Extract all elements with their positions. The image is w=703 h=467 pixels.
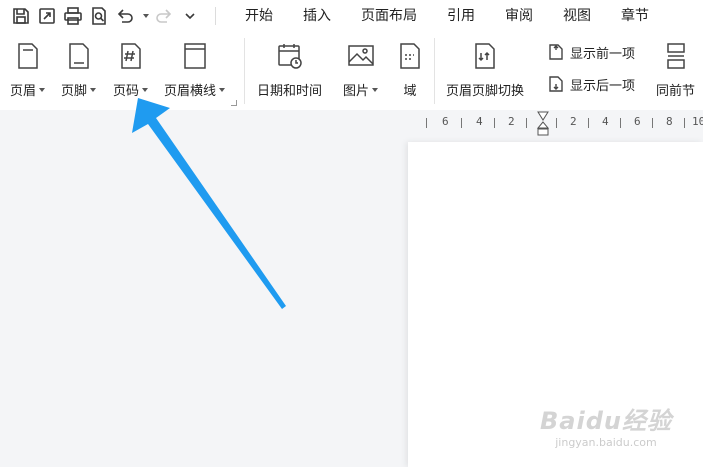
indent-marker-icon[interactable] <box>537 111 549 137</box>
show-previous-button[interactable]: 显示前一项 <box>546 42 635 62</box>
footer-button[interactable]: 页脚 <box>61 40 97 99</box>
ribbon: 页眉 页脚 页码 页眉横线 日期和时间 图片 域 页眉页脚切换 显示前一项 显示… <box>0 32 703 110</box>
show-next-button[interactable]: 显示后一项 <box>546 74 635 94</box>
tab-page-layout[interactable]: 页面布局 <box>346 0 432 32</box>
chevron-down-icon <box>372 87 379 92</box>
date-time-button[interactable]: 日期和时间 <box>257 40 322 99</box>
quick-access-toolbar <box>0 5 222 27</box>
calendar-clock-icon <box>275 40 305 72</box>
header-line-icon <box>180 40 210 72</box>
group-divider <box>434 38 435 104</box>
watermark-url: jingyan.baidu.com <box>555 436 657 449</box>
tab-references[interactable]: 引用 <box>432 0 490 32</box>
title-bar: 开始 插入 页面布局 引用 审阅 视图 章节 <box>0 0 703 32</box>
footer-icon <box>64 40 94 72</box>
field-label: 域 <box>403 84 417 99</box>
ruler-label: 8 <box>666 115 673 128</box>
show-next-label: 显示后一项 <box>570 78 636 94</box>
ruler-label: 6 <box>442 115 449 128</box>
show-next-icon <box>549 76 563 92</box>
page-number-icon <box>116 40 146 72</box>
page-number-button[interactable]: 页码 <box>113 40 149 99</box>
show-previous-icon <box>549 44 563 60</box>
ruler-label: 10 <box>692 115 703 128</box>
print-icon[interactable] <box>62 5 84 27</box>
field-button[interactable]: 域 <box>395 40 425 99</box>
header-icon <box>13 40 43 72</box>
date-time-label: 日期和时间 <box>257 84 323 99</box>
ruler-label: 4 <box>602 115 609 128</box>
switch-label: 页眉页脚切换 <box>446 84 525 99</box>
redo-icon <box>153 5 175 27</box>
ruler-label: 2 <box>508 115 515 128</box>
picture-label: 图片 <box>343 84 370 99</box>
ribbon-tabs: 开始 插入 页面布局 引用 审阅 视图 章节 <box>230 0 664 32</box>
customize-icon[interactable] <box>179 5 201 27</box>
tab-review[interactable]: 审阅 <box>490 0 548 32</box>
watermark: Baidu经验 jingyan.baidu.com <box>536 395 676 455</box>
chevron-down-icon <box>142 87 149 92</box>
tab-chapter[interactable]: 章节 <box>606 0 664 32</box>
show-previous-label: 显示前一项 <box>570 46 636 62</box>
undo-icon[interactable] <box>114 5 136 27</box>
undo-dropdown-icon[interactable] <box>143 14 149 18</box>
header-button[interactable]: 页眉 <box>10 40 46 99</box>
ruler-label: 2 <box>570 115 577 128</box>
link-previous-icon <box>661 40 691 72</box>
chevron-down-icon <box>90 87 97 92</box>
same-as-previous-label: 同前节 <box>656 84 696 99</box>
header-line-label: 页眉横线 <box>164 84 217 99</box>
watermark-logo: Baidu经验 <box>540 407 672 435</box>
switch-icon <box>470 40 500 72</box>
ruler-label: 4 <box>476 115 483 128</box>
footer-label: 页脚 <box>61 84 88 99</box>
toolbar-divider <box>215 7 216 25</box>
tab-view[interactable]: 视图 <box>548 0 606 32</box>
chevron-down-icon <box>39 87 46 92</box>
same-as-previous-button: 同前节 <box>656 40 695 99</box>
switch-header-footer-button[interactable]: 页眉页脚切换 <box>446 40 524 99</box>
tab-insert[interactable]: 插入 <box>288 0 346 32</box>
export-icon[interactable] <box>36 5 58 27</box>
ruler-label: 6 <box>634 115 641 128</box>
print-preview-icon[interactable] <box>88 5 110 27</box>
tab-home[interactable]: 开始 <box>230 0 288 32</box>
group-dialog-launcher-icon[interactable] <box>231 100 237 106</box>
header-line-button[interactable]: 页眉横线 <box>164 40 226 99</box>
horizontal-ruler[interactable]: 6 4 2 2 4 6 8 10 <box>420 112 703 134</box>
page-number-label: 页码 <box>113 84 140 99</box>
header-label: 页眉 <box>10 84 37 99</box>
picture-icon <box>346 40 376 72</box>
group-divider <box>244 38 245 104</box>
save-icon[interactable] <box>10 5 32 27</box>
field-icon <box>395 40 425 72</box>
picture-button[interactable]: 图片 <box>343 40 379 99</box>
chevron-down-icon <box>219 87 226 92</box>
